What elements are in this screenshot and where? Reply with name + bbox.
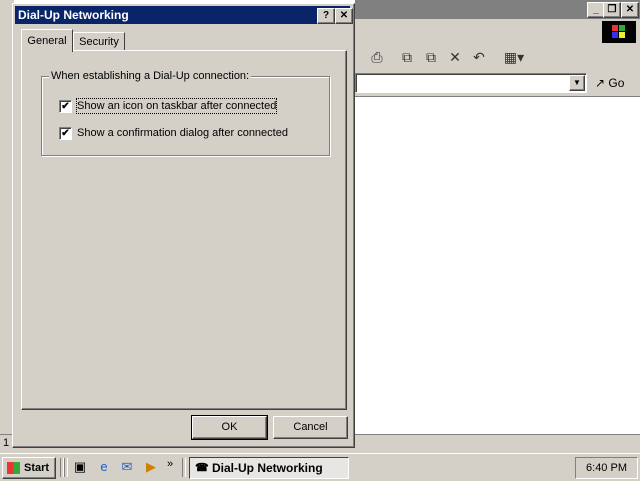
- outlook-express-icon[interactable]: ✉: [119, 459, 135, 475]
- system-tray-clock[interactable]: 6:40 PM: [575, 457, 638, 479]
- taskbar: Start ▣ e ✉ ▶ » ☎ Dial-Up Networking 6:4…: [0, 453, 640, 481]
- taskbar-divider: [64, 458, 68, 477]
- windows-logo-icon: [602, 21, 636, 43]
- cancel-button[interactable]: Cancel: [273, 416, 348, 439]
- windows-flag-icon: [7, 462, 20, 474]
- move-to-icon[interactable]: ⧉: [399, 49, 415, 65]
- go-button[interactable]: ↗ Go: [595, 74, 624, 92]
- start-button[interactable]: Start: [2, 457, 56, 479]
- dial-up-networking-dialog: Dial-Up Networking ? ✕ General Security …: [12, 3, 355, 448]
- background-close-button[interactable]: ✕: [621, 2, 639, 18]
- dialog-title: Dial-Up Networking: [18, 8, 129, 22]
- go-arrow-icon: ↗: [595, 76, 606, 90]
- undo-icon[interactable]: ↶: [471, 49, 487, 65]
- maximize-button[interactable]: ❐: [603, 2, 621, 18]
- checkmark-icon[interactable]: ✔: [59, 100, 72, 113]
- media-player-icon[interactable]: ▶: [143, 459, 159, 475]
- taskbar-divider: [182, 458, 186, 477]
- taskbar-button-dial-up-networking[interactable]: ☎ Dial-Up Networking: [189, 457, 349, 479]
- copy-to-icon[interactable]: ⧉: [423, 49, 439, 65]
- show-desktop-icon[interactable]: ▣: [72, 459, 88, 475]
- quick-launch-more-icon[interactable]: »: [167, 458, 173, 470]
- close-button[interactable]: ✕: [335, 8, 353, 24]
- dialog-titlebar[interactable]: Dial-Up Networking ? ✕: [15, 6, 353, 24]
- internet-explorer-icon[interactable]: e: [96, 459, 112, 475]
- general-tab-panel: When establishing a Dial-Up connection: …: [21, 50, 347, 410]
- help-button[interactable]: ?: [317, 8, 335, 24]
- tab-general[interactable]: General: [21, 29, 73, 52]
- delete-icon[interactable]: ✕: [447, 49, 463, 65]
- tab-security[interactable]: Security: [73, 32, 125, 52]
- background-menubar: [355, 19, 640, 45]
- group-label: When establishing a Dial-Up connection:: [49, 70, 252, 82]
- checkmark-icon[interactable]: ✔: [59, 127, 72, 140]
- ok-button[interactable]: OK: [191, 415, 268, 440]
- views-icon[interactable]: ▦▾: [503, 49, 525, 65]
- checkbox-label[interactable]: Show a confirmation dialog after connect…: [77, 126, 288, 140]
- status-text: 1: [3, 437, 10, 449]
- address-bar: ▼ ↗ Go: [355, 70, 640, 97]
- dial-up-networking-icon: ☎: [195, 462, 209, 474]
- address-dropdown-button[interactable]: ▼: [569, 75, 585, 91]
- background-window-titlebar[interactable]: _ ❐ ✕: [355, 0, 640, 19]
- checkbox-label[interactable]: Show an icon on taskbar after connected: [75, 98, 278, 114]
- print-icon[interactable]: ⎙: [369, 49, 385, 65]
- background-toolbar: ⎙ ⧉ ⧉ ✕ ↶ ▦▾: [355, 44, 640, 71]
- address-input[interactable]: ▼: [355, 73, 587, 93]
- connection-options-group: When establishing a Dial-Up connection: …: [41, 70, 330, 156]
